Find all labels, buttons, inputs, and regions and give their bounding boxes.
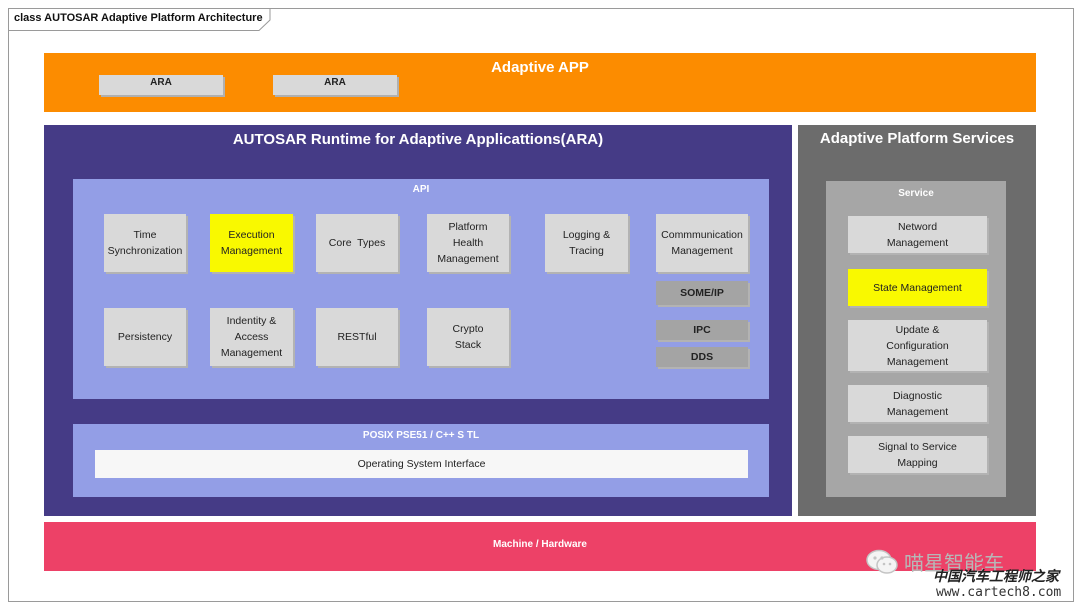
service-update-configuration-management: Update & Configuration Management bbox=[848, 320, 987, 371]
service-diagnostic-management: Diagnostic Management bbox=[848, 385, 987, 422]
posix-title: POSIX PSE51 / C++ S TL bbox=[362, 430, 480, 441]
module-identity-access-management: Indentity & Access Management bbox=[210, 308, 293, 366]
ara-app-box-1: ARA bbox=[99, 75, 223, 95]
module-logging-tracing: Logging & Tracing bbox=[545, 214, 628, 272]
service-network-management: Netword Management bbox=[848, 216, 987, 253]
api-title: API bbox=[412, 184, 430, 195]
service-signal-to-service-mapping: Signal to Service Mapping bbox=[848, 436, 987, 473]
module-crypto-stack: Crypto Stack bbox=[427, 308, 509, 366]
module-dds: DDS bbox=[656, 347, 748, 367]
service-panel-title: Service bbox=[898, 188, 934, 199]
diagram-title-tab: class AUTOSAR Adaptive Platform Architec… bbox=[8, 8, 271, 31]
module-restful: RESTful bbox=[316, 308, 398, 366]
module-platform-health-management: Platform Health Management bbox=[427, 214, 509, 272]
module-core-types: Core Types bbox=[316, 214, 398, 272]
watermark-site-name: 中国汽车工程师之家 bbox=[933, 569, 1059, 585]
wechat-icon bbox=[866, 549, 898, 574]
platform-services-title: Adaptive Platform Services bbox=[819, 130, 1015, 147]
diagram-title: class AUTOSAR Adaptive Platform Architec… bbox=[14, 12, 263, 24]
ara-title: AUTOSAR Runtime for Adaptive Applicattio… bbox=[232, 131, 604, 148]
module-time-synchronization: Time Synchronization bbox=[104, 214, 186, 272]
module-persistency: Persistency bbox=[104, 308, 186, 366]
adaptive-app-title: Adaptive APP bbox=[491, 59, 589, 76]
ara-app-box-2: ARA bbox=[273, 75, 397, 95]
module-some-ip: SOME/IP bbox=[656, 281, 748, 305]
service-state-management: State Management bbox=[848, 269, 987, 306]
module-communication-management: Commmunication Management bbox=[656, 214, 748, 272]
module-ipc: IPC bbox=[656, 320, 748, 340]
module-execution-management: Execution Management bbox=[210, 214, 293, 272]
watermark-url: www.cartech8.com bbox=[936, 585, 1062, 600]
operating-system-interface: Operating System Interface bbox=[95, 450, 748, 478]
